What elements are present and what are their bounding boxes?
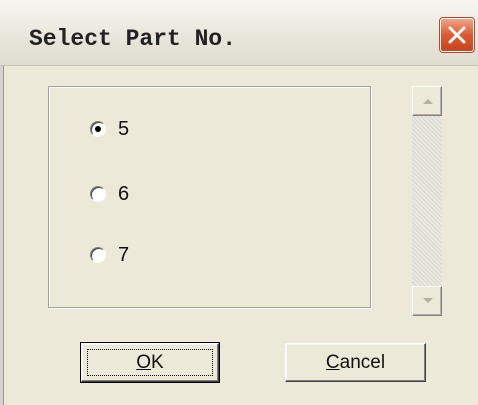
radio-option-7[interactable]: 7 [90,244,129,266]
close-button[interactable] [439,17,475,53]
scroll-up-button[interactable] [412,86,442,116]
dialog-title: Select Part No. [29,26,237,52]
radio-button-checked[interactable] [90,121,106,137]
ok-button[interactable]: OK [80,342,220,383]
radio-option-5[interactable]: 5 [90,118,129,140]
cancel-button[interactable]: Cancel [285,343,426,382]
select-part-dialog: Select Part No. 5 6 7 OK Cancel [0,0,478,405]
scroll-down-arrow-icon [423,298,433,303]
radio-option-6[interactable]: 6 [90,183,129,205]
radio-button[interactable] [90,247,106,263]
radio-button[interactable] [90,186,106,202]
ok-button-label: OK [136,351,164,373]
scroll-up-arrow-icon [423,99,433,104]
left-border [0,66,4,405]
close-x-icon [448,26,466,44]
title-bar[interactable]: Select Part No. [0,0,478,66]
radio-label: 6 [118,182,130,205]
radio-label: 5 [118,117,130,140]
scroll-down-button[interactable] [412,286,442,316]
cancel-button-label: Cancel [325,351,386,373]
radio-label: 7 [118,243,130,266]
vertical-scrollbar[interactable] [412,86,442,316]
